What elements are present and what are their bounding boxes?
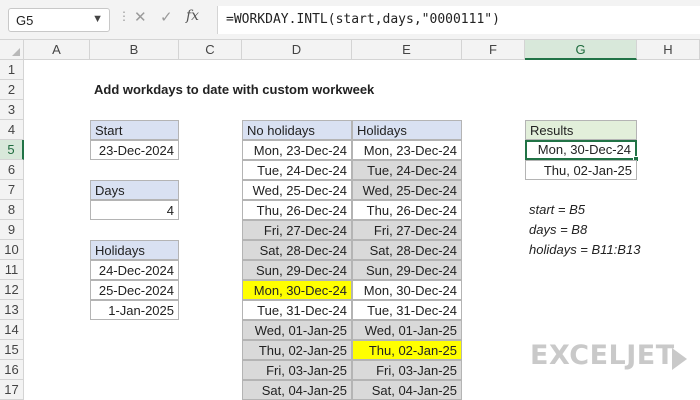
no-holidays-date-cell[interactable]: Mon, 23-Dec-24 bbox=[242, 140, 352, 160]
row-header-12[interactable]: 12 bbox=[0, 280, 24, 300]
holidays-date-cell[interactable]: Sat, 28-Dec-24 bbox=[352, 240, 462, 260]
column-header-f[interactable]: F bbox=[462, 40, 525, 60]
start-value[interactable]: 23-Dec-2024 bbox=[90, 140, 179, 160]
column-header-g[interactable]: G bbox=[525, 40, 637, 60]
grip-icon: ⋮ bbox=[118, 9, 130, 23]
row-header-17[interactable]: 17 bbox=[0, 380, 24, 400]
holiday-date[interactable]: 24-Dec-2024 bbox=[90, 260, 179, 280]
row-header-15[interactable]: 15 bbox=[0, 340, 24, 360]
row-header-7[interactable]: 7 bbox=[0, 180, 24, 200]
row-header-4[interactable]: 4 bbox=[0, 120, 24, 140]
no-holidays-date-cell[interactable]: Fri, 03-Jan-25 bbox=[242, 360, 352, 380]
days-value[interactable]: 4 bbox=[90, 200, 179, 220]
holidays-date-cell[interactable]: Thu, 26-Dec-24 bbox=[352, 200, 462, 220]
row-header-16[interactable]: 16 bbox=[0, 360, 24, 380]
row-header-9[interactable]: 9 bbox=[0, 220, 24, 240]
no-holidays-date-cell[interactable]: Mon, 30-Dec-24 bbox=[242, 280, 352, 300]
holidays-date-cell[interactable]: Thu, 02-Jan-25 bbox=[352, 340, 462, 360]
holidays-header[interactable]: Holidays bbox=[352, 120, 462, 140]
column-header-h[interactable]: H bbox=[637, 40, 700, 60]
row-header-3[interactable]: 3 bbox=[0, 100, 24, 120]
holidays-date-cell[interactable]: Sat, 04-Jan-25 bbox=[352, 380, 462, 400]
column-header-a[interactable]: A bbox=[24, 40, 90, 60]
formula-bar: G5 ▼ ⋮ ✕ ✓ fx =WORKDAY.INTL(start,days,"… bbox=[0, 0, 700, 40]
name-box[interactable]: G5 ▼ bbox=[8, 8, 110, 32]
holidays-date-cell[interactable]: Mon, 30-Dec-24 bbox=[352, 280, 462, 300]
note-start[interactable]: start = B5 bbox=[525, 200, 685, 220]
no-holidays-date-cell[interactable]: Thu, 26-Dec-24 bbox=[242, 200, 352, 220]
no-holidays-date-cell[interactable]: Tue, 24-Dec-24 bbox=[242, 160, 352, 180]
row-header-13[interactable]: 13 bbox=[0, 300, 24, 320]
holidays-date-cell[interactable]: Wed, 01-Jan-25 bbox=[352, 320, 462, 340]
holidays-label[interactable]: Holidays bbox=[90, 240, 179, 260]
row-header-10[interactable]: 10 bbox=[0, 240, 24, 260]
note-days[interactable]: days = B8 bbox=[525, 220, 685, 240]
name-box-value: G5 bbox=[16, 13, 34, 28]
days-label[interactable]: Days bbox=[90, 180, 179, 200]
check-icon[interactable]: ✓ bbox=[160, 8, 173, 26]
note-holidays[interactable]: holidays = B11:B13 bbox=[525, 240, 685, 260]
holiday-date[interactable]: 25-Dec-2024 bbox=[90, 280, 179, 300]
results-label[interactable]: Results bbox=[525, 120, 637, 140]
holidays-date-cell[interactable]: Tue, 31-Dec-24 bbox=[352, 300, 462, 320]
no-holidays-date-cell[interactable]: Fri, 27-Dec-24 bbox=[242, 220, 352, 240]
no-holidays-date-cell[interactable]: Sat, 04-Jan-25 bbox=[242, 380, 352, 400]
row-header-2[interactable]: 2 bbox=[0, 80, 24, 100]
no-holidays-header[interactable]: No holidays bbox=[242, 120, 352, 140]
select-all-corner[interactable] bbox=[0, 40, 24, 60]
logo-arrow-icon bbox=[672, 348, 687, 370]
no-holidays-date-cell[interactable]: Tue, 31-Dec-24 bbox=[242, 300, 352, 320]
column-header-d[interactable]: D bbox=[242, 40, 352, 60]
row-header-14[interactable]: 14 bbox=[0, 320, 24, 340]
column-header-c[interactable]: C bbox=[179, 40, 242, 60]
holidays-date-cell[interactable]: Tue, 24-Dec-24 bbox=[352, 160, 462, 180]
fx-icon[interactable]: fx bbox=[186, 8, 199, 24]
no-holidays-date-cell[interactable]: Wed, 25-Dec-24 bbox=[242, 180, 352, 200]
logo-text: EXCELJET bbox=[530, 340, 675, 371]
no-holidays-date-cell[interactable]: Wed, 01-Jan-25 bbox=[242, 320, 352, 340]
holidays-date-cell[interactable]: Sun, 29-Dec-24 bbox=[352, 260, 462, 280]
no-holidays-date-cell[interactable]: Thu, 02-Jan-25 bbox=[242, 340, 352, 360]
row-header-5[interactable]: 5 bbox=[0, 140, 24, 160]
column-header-b[interactable]: B bbox=[90, 40, 179, 60]
formula-input[interactable]: =WORKDAY.INTL(start,days,"0000111") bbox=[217, 6, 700, 34]
no-holidays-date-cell[interactable]: Sun, 29-Dec-24 bbox=[242, 260, 352, 280]
cancel-x-icon[interactable]: ✕ bbox=[134, 8, 147, 26]
holiday-date[interactable]: 1-Jan-2025 bbox=[90, 300, 179, 320]
result-cell-active[interactable]: Mon, 30-Dec-24 bbox=[525, 140, 637, 160]
row-header-6[interactable]: 6 bbox=[0, 160, 24, 180]
holidays-date-cell[interactable]: Fri, 03-Jan-25 bbox=[352, 360, 462, 380]
row-header-8[interactable]: 8 bbox=[0, 200, 24, 220]
row-header-1[interactable]: 1 bbox=[0, 60, 24, 80]
chevron-down-icon[interactable]: ▼ bbox=[92, 13, 103, 25]
holidays-date-cell[interactable]: Wed, 25-Dec-24 bbox=[352, 180, 462, 200]
start-label[interactable]: Start bbox=[90, 120, 179, 140]
result-cell[interactable]: Thu, 02-Jan-25 bbox=[525, 160, 637, 180]
column-header-e[interactable]: E bbox=[352, 40, 462, 60]
sheet-title[interactable]: Add workdays to date with custom workwee… bbox=[90, 80, 450, 100]
no-holidays-date-cell[interactable]: Sat, 28-Dec-24 bbox=[242, 240, 352, 260]
row-header-11[interactable]: 11 bbox=[0, 260, 24, 280]
formula-text: =WORKDAY.INTL(start,days,"0000111") bbox=[226, 12, 500, 27]
holidays-date-cell[interactable]: Mon, 23-Dec-24 bbox=[352, 140, 462, 160]
holidays-date-cell[interactable]: Fri, 27-Dec-24 bbox=[352, 220, 462, 240]
